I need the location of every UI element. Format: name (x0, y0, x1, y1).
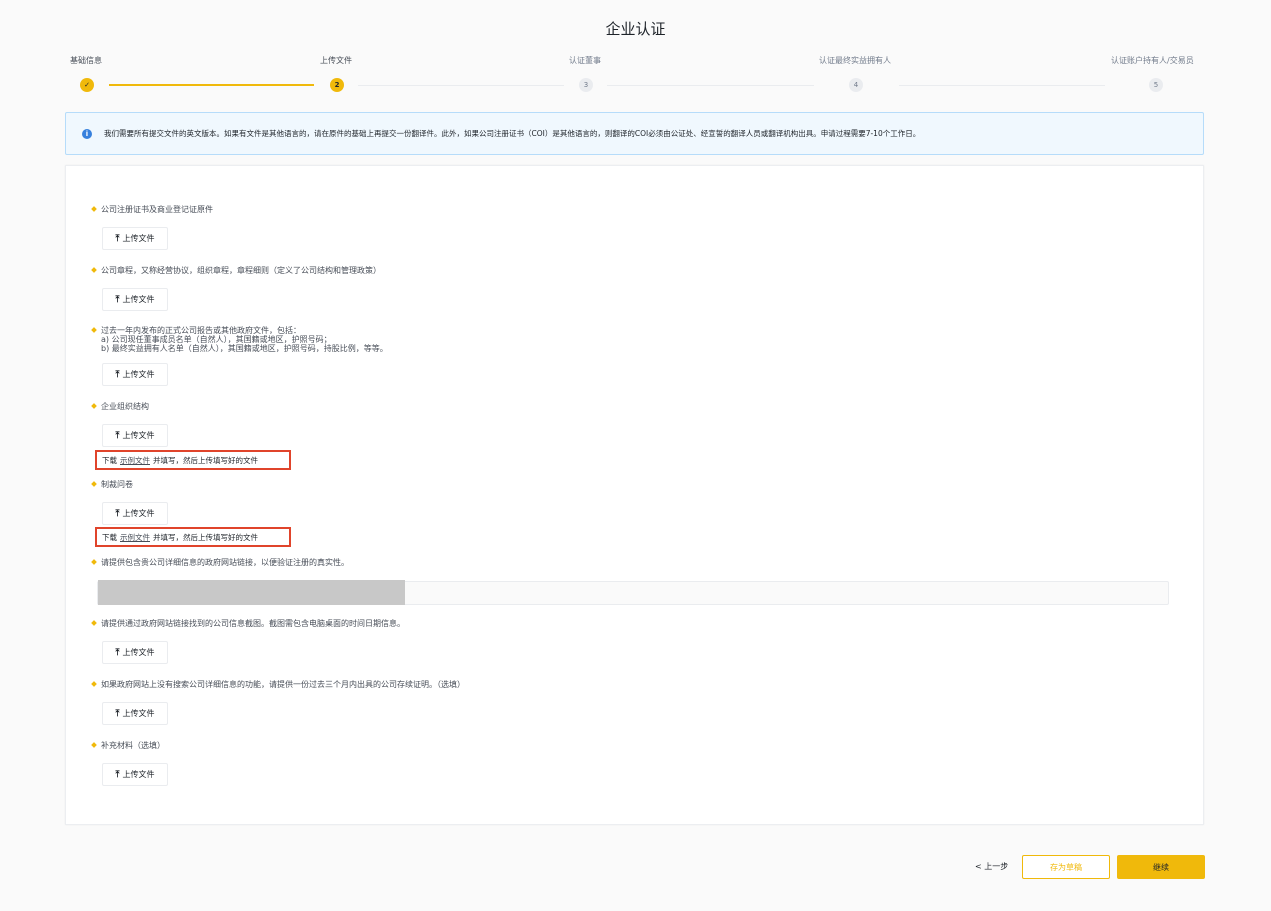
upload-supplementary-button[interactable]: ⤒ 上传文件 (102, 763, 168, 786)
upload-coi-button[interactable]: ⤒ 上传文件 (102, 227, 168, 250)
upload-org-structure-button[interactable]: ⤒ 上传文件 (102, 424, 168, 447)
field-org-structure: 企业组织结构 (91, 402, 149, 411)
prev-step-link[interactable]: < 上一步 (975, 861, 1008, 872)
bullet-icon (91, 267, 97, 273)
bullet-icon (91, 559, 97, 565)
progress-steps: 基础信息 上传文件 认证董事 认证最终实益拥有人 认证账户持有人/交易员 ✓ 2… (0, 52, 1271, 102)
field-gov-link: 请提供包含贵公司详细信息的政府网站链接，以便验证注册的真实性。 (91, 558, 349, 567)
bullet-icon (91, 327, 97, 333)
field-label: 公司注册证书及商业登记证原件 (101, 205, 213, 214)
upload-icon: ⤒ (115, 369, 120, 380)
sample-file-link[interactable]: 示例文件 (120, 455, 150, 466)
step-line-3 (607, 85, 814, 86)
bullet-icon (91, 742, 97, 748)
upload-good-standing-button[interactable]: ⤒ 上传文件 (102, 702, 168, 725)
field-report: 过去一年内发布的正式公司报告或其他政府文件，包括： a) 公司现任董事成员名单（… (91, 326, 388, 353)
field-gov-screenshot: 请提供通过政府网站链接找到的公司信息截图。截图需包含电脑桌面的时间日期信息。 (91, 619, 405, 628)
step-4-marker: 4 (849, 78, 863, 92)
notice-banner: i 我们需要所有提交文件的英文版本。如果有文件是其他语言的，请在原件的基础上再提… (65, 112, 1204, 155)
field-label: 制裁问卷 (101, 480, 133, 489)
field-supplementary: 补充材料（选填） (91, 741, 165, 750)
bullet-icon (91, 206, 97, 212)
field-label-line: b) 最终实益拥有人名单（自然人），其国籍或地区，护照号码，持股比例，等等。 (101, 344, 388, 353)
upload-articles-button[interactable]: ⤒ 上传文件 (102, 288, 168, 311)
step-5-label: 认证账户持有人/交易员 (1111, 56, 1194, 65)
field-articles: 公司章程，又称经营协议，组织章程，章程细则（定义了公司结构和管理政策） (91, 266, 381, 275)
step-line-1 (109, 84, 314, 86)
upload-icon: ⤒ (115, 294, 120, 305)
bullet-icon (91, 403, 97, 409)
field-good-standing: 如果政府网站上没有搜索公司详细信息的功能，请提供一份过去三个月内出具的公司存续证… (91, 680, 465, 689)
sample-note: 下载 示例文件 并填写，然后上传填写好的文件 (95, 450, 291, 470)
step-3-marker: 3 (579, 78, 593, 92)
field-coi: 公司注册证书及商业登记证原件 (91, 205, 213, 214)
upload-report-button[interactable]: ⤒ 上传文件 (102, 363, 168, 386)
step-3-label: 认证董事 (569, 56, 601, 65)
gov-link-input[interactable] (97, 580, 1169, 605)
upload-icon: ⤒ (115, 508, 120, 519)
field-label: 企业组织结构 (101, 402, 149, 411)
upload-sanctions-button[interactable]: ⤒ 上传文件 (102, 502, 168, 525)
field-label: 请提供包含贵公司详细信息的政府网站链接，以便验证注册的真实性。 (101, 558, 349, 567)
field-label: 如果政府网站上没有搜索公司详细信息的功能，请提供一份过去三个月内出具的公司存续证… (101, 680, 465, 689)
field-label: 公司章程，又称经营协议，组织章程，章程细则（定义了公司结构和管理政策） (101, 266, 381, 275)
step-2-marker: 2 (330, 78, 344, 92)
upload-icon: ⤒ (115, 233, 120, 244)
sample-note: 下载 示例文件 并填写，然后上传填写好的文件 (95, 527, 291, 547)
step-1-label: 基础信息 (70, 56, 102, 65)
save-draft-button[interactable]: 存为草稿 (1022, 855, 1110, 879)
bullet-icon (91, 620, 97, 626)
field-label-line: a) 公司现任董事成员名单（自然人），其国籍或地区，护照号码； (101, 335, 332, 344)
upload-icon: ⤒ (115, 769, 120, 780)
upload-icon: ⤒ (115, 647, 120, 658)
sample-file-link[interactable]: 示例文件 (120, 532, 150, 543)
step-4-label: 认证最终实益拥有人 (819, 56, 891, 65)
page-title: 企业认证 (605, 20, 666, 38)
upload-gov-screenshot-button[interactable]: ⤒ 上传文件 (102, 641, 168, 664)
step-line-4 (899, 85, 1105, 86)
field-label: 请提供通过政府网站链接找到的公司信息截图。截图需包含电脑桌面的时间日期信息。 (101, 619, 405, 628)
step-line-2 (358, 85, 564, 86)
continue-button[interactable]: 继续 (1117, 855, 1205, 879)
gov-link-input-redacted (98, 580, 405, 605)
field-label: 补充材料（选填） (101, 741, 165, 750)
upload-card: 公司注册证书及商业登记证原件 ⤒ 上传文件 公司章程，又称经营协议，组织章程，章程… (65, 165, 1204, 825)
step-2-label: 上传文件 (320, 56, 352, 65)
notice-text: 我们需要所有提交文件的英文版本。如果有文件是其他语言的，请在原件的基础上再提交一… (104, 129, 921, 138)
step-5-marker: 5 (1149, 78, 1163, 92)
field-label: 过去一年内发布的正式公司报告或其他政府文件，包括： (101, 326, 301, 335)
bullet-icon (91, 481, 97, 487)
step-1-check-icon: ✓ (80, 78, 94, 92)
field-sanctions: 制裁问卷 (91, 480, 133, 489)
info-icon: i (82, 128, 92, 139)
upload-icon: ⤒ (115, 708, 120, 719)
bullet-icon (91, 681, 97, 687)
upload-icon: ⤒ (115, 430, 120, 441)
